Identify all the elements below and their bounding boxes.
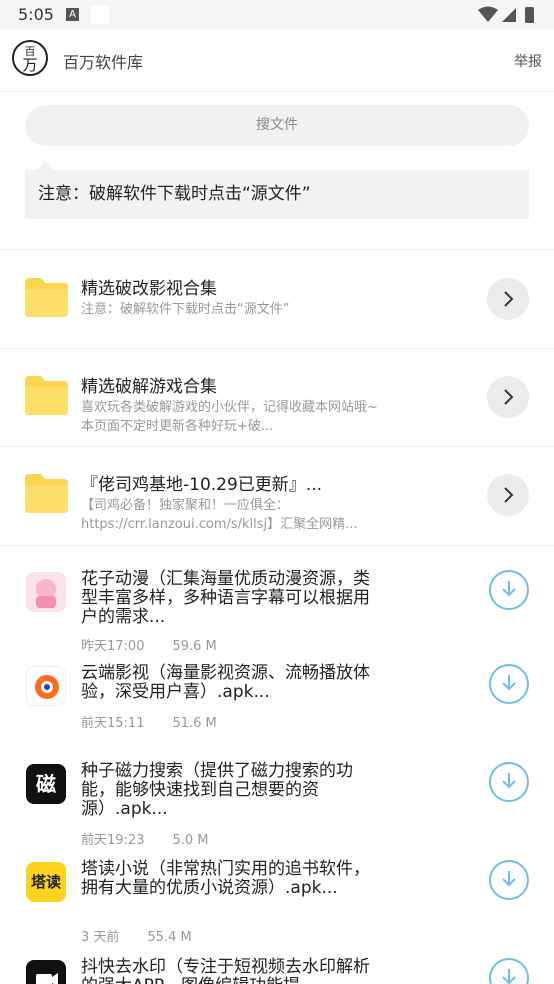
file-row[interactable]: 云端影视（海量影视资源、流畅播放体验，深受用户喜）.apk... 前天15:11… (0, 642, 554, 739)
reader-icon-text: 塔读 (30, 873, 61, 891)
download-icon (502, 969, 516, 984)
file-title: 花子动漫（汇集海量优质动漫资源，类型丰富多样，多种语言字幕可以根据用户的需求..… (81, 569, 370, 627)
download-button[interactable] (489, 570, 529, 610)
download-button[interactable] (489, 762, 529, 802)
battery-icon (525, 7, 534, 23)
report-link[interactable]: 举报 (514, 51, 542, 71)
anime-app-icon (26, 572, 66, 612)
app-logo: 百 万 (12, 40, 48, 76)
app-header: 百 万 百万软件库 举报 (0, 30, 554, 92)
file-meta: 前天15:11 51.6 M (81, 712, 217, 731)
file-title: 云端影视（海量影视资源、流畅播放体验，深受用户喜）.apk... (81, 663, 370, 702)
status-bar: 5:05 A (0, 0, 554, 30)
folder-row[interactable]: 精选破改影视合集 注意：破解软件下载时点击“源文件” (0, 250, 554, 348)
open-folder-button[interactable] (487, 376, 529, 418)
video-tool-app-icon (26, 960, 66, 984)
video-app-icon (26, 666, 66, 706)
folder-title: 精选破解游戏合集 (81, 377, 217, 397)
chevron-right-icon (504, 291, 514, 307)
wifi-icon (478, 6, 498, 22)
folder-icon (25, 278, 68, 317)
download-button[interactable] (489, 664, 529, 704)
file-date: 前天15:11 (81, 716, 145, 731)
folder-row[interactable]: 精选破解游戏合集 喜欢玩各类破解游戏的小伙伴，记得收藏本网站哦~本页面不定时更新… (0, 348, 554, 446)
notification-a-icon: A (66, 8, 79, 21)
file-row[interactable]: 磁 种子磁力搜索（提供了磁力搜索的功能，能够快速找到自己想要的资源）.apk..… (0, 740, 554, 848)
file-row[interactable]: 抖快去水印（专注于短视频去水印解析的强大APP，图像编辑功能提... (0, 936, 554, 984)
open-folder-button[interactable] (487, 278, 529, 320)
signal-icon (502, 8, 516, 22)
app-title: 百万软件库 (63, 53, 144, 72)
notice-text: 注意：破解软件下载时点击“源文件” (25, 170, 529, 219)
magnet-app-icon: 磁 (26, 764, 66, 804)
folder-desc: 喜欢玩各类破解游戏的小伙伴，记得收藏本网站哦~本页面不定时更新各种好玩+破... (81, 400, 378, 434)
folder-desc: 【司鸡必备！独家聚和！一应俱全：https://crr.lanzoui.com/… (81, 498, 358, 532)
file-size: 51.6 M (172, 716, 217, 731)
download-button[interactable] (489, 860, 529, 900)
folder-row[interactable]: 『佬司鸡基地-10.29已更新』... 【司鸡必备！独家聚和！一应俱全：http… (0, 446, 554, 544)
open-folder-button[interactable] (487, 474, 529, 516)
divider (0, 545, 554, 546)
file-title: 塔读小说（非常热门实用的追书软件，拥有大量的优质小说资源）.apk... (81, 859, 370, 898)
file-title: 抖快去水印（专注于短视频去水印解析的强大APP，图像编辑功能提... (81, 957, 370, 984)
search-input[interactable]: 搜文件 (25, 105, 529, 146)
status-icons (478, 6, 538, 28)
file-row[interactable]: 塔读 塔读小说（非常热门实用的追书软件，拥有大量的优质小说资源）.apk... … (0, 838, 554, 945)
logo-bottom-text: 万 (22, 56, 38, 74)
download-icon (502, 773, 516, 789)
status-time: 5:05 (18, 5, 54, 24)
chevron-right-icon (504, 487, 514, 503)
folder-title: 精选破改影视合集 (81, 279, 217, 299)
notification-icon (91, 6, 109, 24)
file-row[interactable]: 花子动漫（汇集海量优质动漫资源，类型丰富多样，多种语言字幕可以根据用户的需求..… (0, 548, 554, 654)
folder-icon (25, 376, 68, 415)
folder-icon (25, 474, 68, 513)
download-icon (502, 871, 516, 887)
chevron-right-icon (504, 389, 514, 405)
file-title: 种子磁力搜索（提供了磁力搜索的功能，能够快速找到自己想要的资源）.apk... (81, 761, 353, 819)
download-button[interactable] (489, 958, 529, 984)
reader-app-icon: 塔读 (26, 862, 66, 902)
magnet-icon-text: 磁 (36, 772, 56, 796)
download-icon (502, 675, 516, 691)
download-icon (502, 581, 516, 597)
notice-pointer (37, 160, 53, 170)
folder-title: 『佬司鸡基地-10.29已更新』... (81, 475, 323, 495)
folder-desc: 注意：破解软件下载时点击“源文件” (81, 302, 290, 317)
